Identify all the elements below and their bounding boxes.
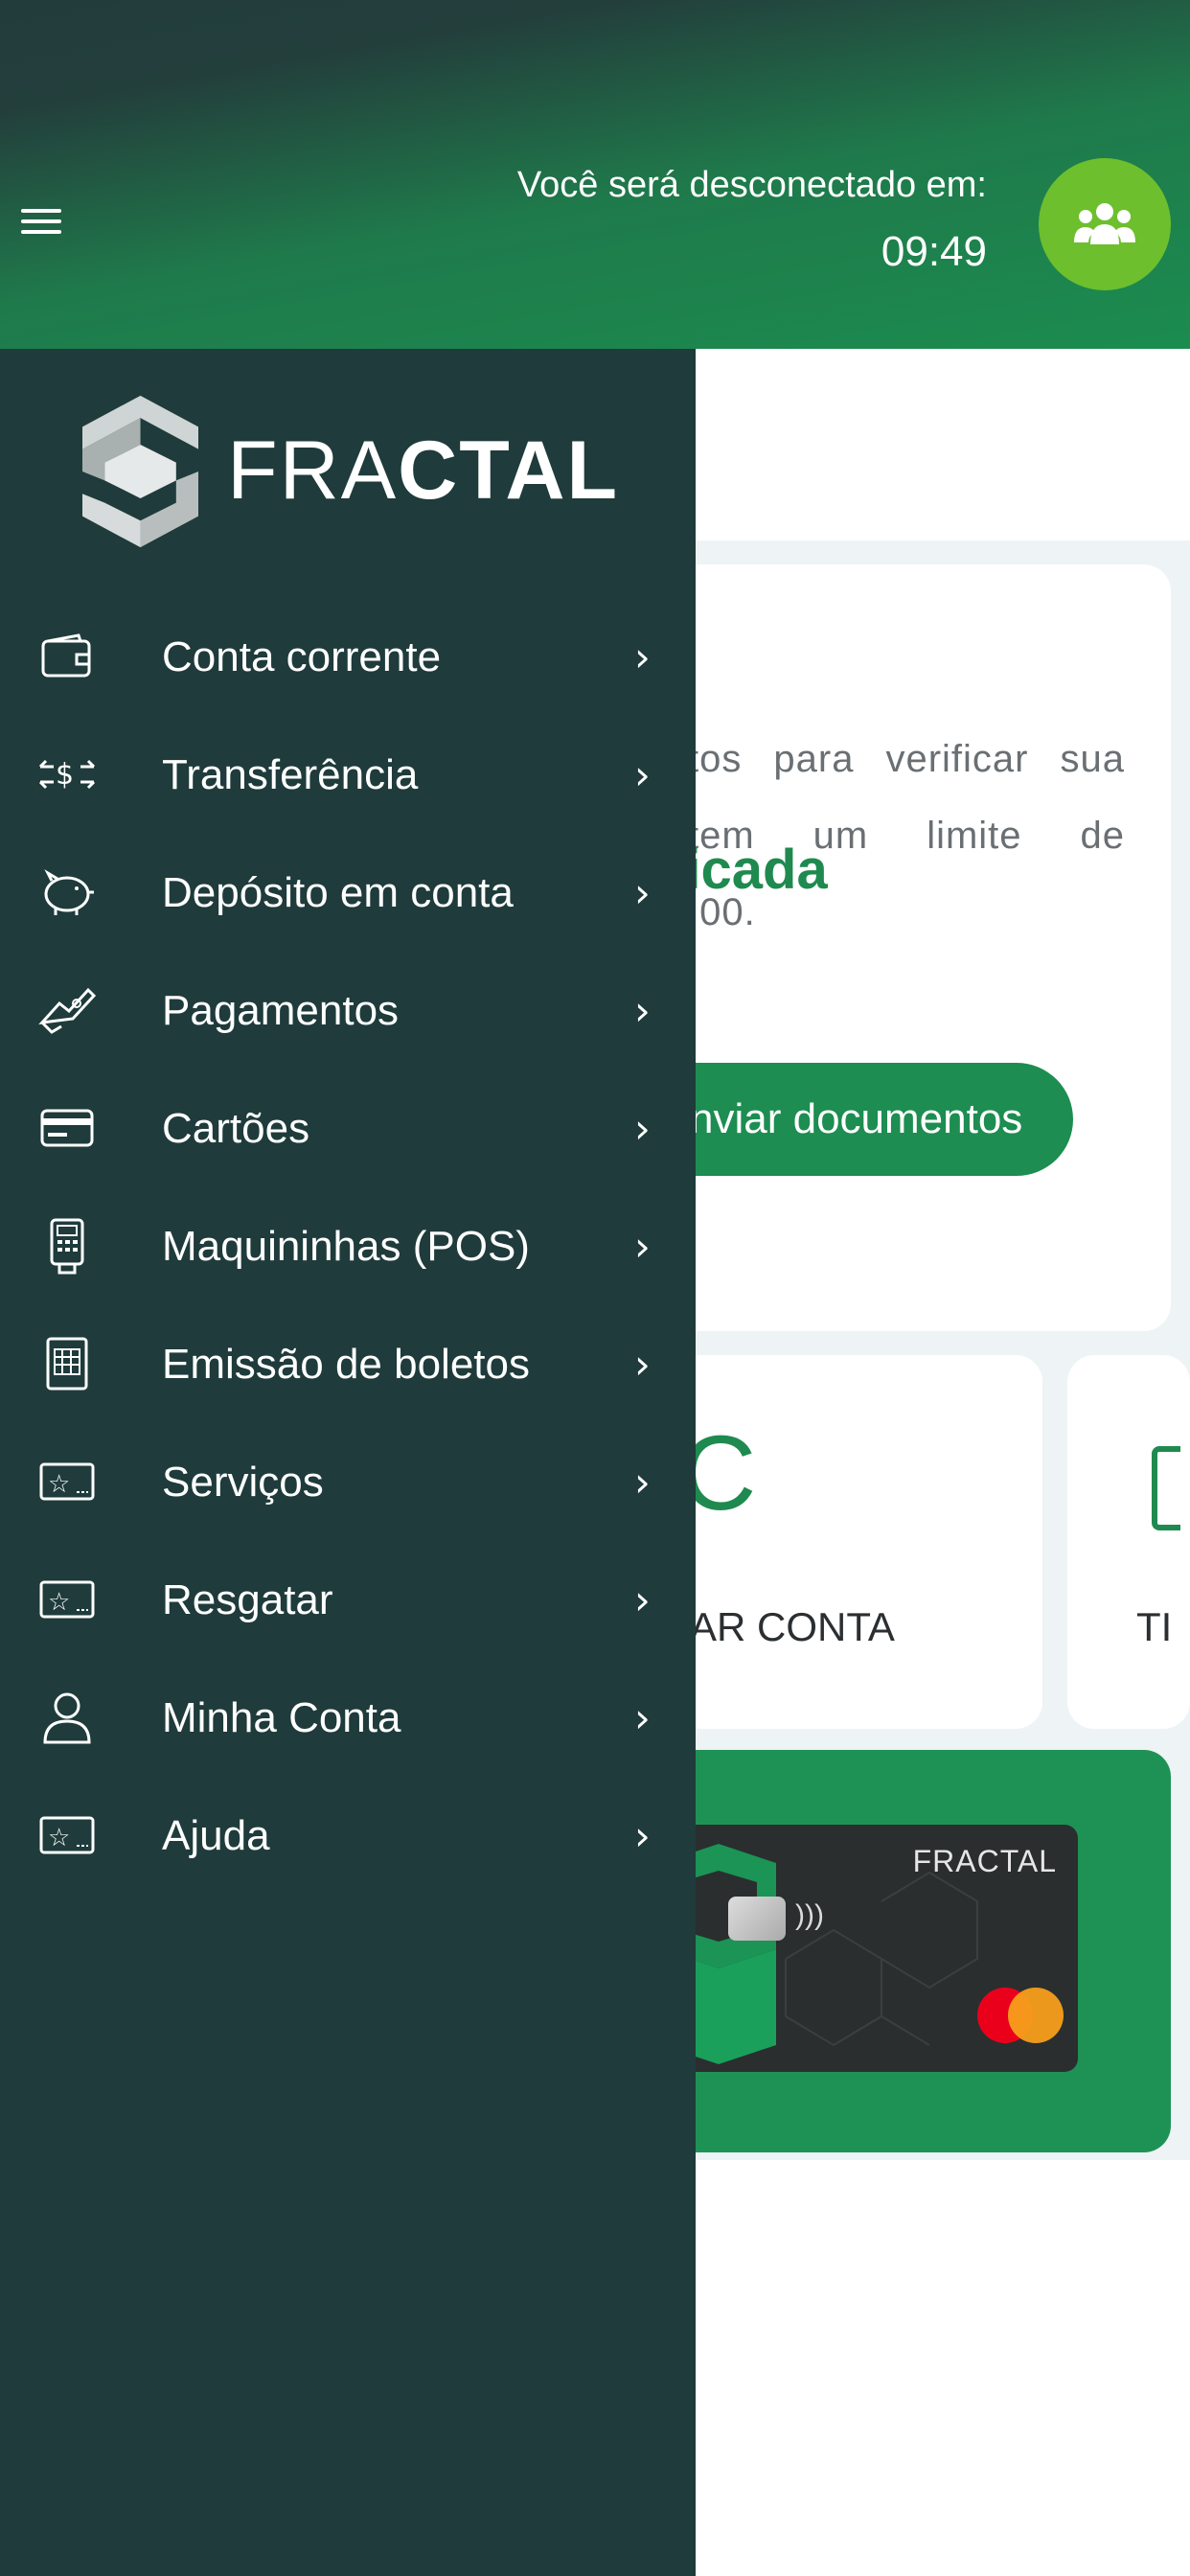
menu-item-maquininhas[interactable]: Maquininhas (POS) › [0, 1187, 696, 1305]
chevron-right-icon: › [634, 869, 651, 916]
brand-logo: FRACTAL [82, 387, 619, 555]
svg-text:☆: ☆ [48, 1588, 70, 1617]
menu-item-label: Cartões [162, 1104, 310, 1152]
logout-countdown-time: 09:49 [881, 228, 987, 275]
menu-item-label: Depósito em conta [162, 868, 514, 916]
menu-item-deposito[interactable]: Depósito em conta › [0, 834, 696, 952]
star-ticket-icon: ☆ [36, 1571, 98, 1628]
users-group-button[interactable] [1039, 158, 1171, 290]
wallet-icon [36, 628, 98, 685]
service-icon [1152, 1446, 1180, 1530]
contactless-icon: ))) [795, 1899, 824, 1931]
service-card[interactable]: TI [1067, 1355, 1190, 1729]
chevron-right-icon: › [634, 751, 651, 798]
verification-text: tos para verificar sua tem um limite de … [688, 721, 1125, 951]
top-header: Você será desconectado em: 09:49 [0, 0, 1190, 349]
menu-item-label: Ajuda [162, 1811, 270, 1859]
service-label: AR CONTA [690, 1604, 895, 1649]
brand-wordmark: FRACTAL [227, 425, 619, 517]
piggy-bank-icon [36, 863, 98, 921]
menu-item-label: Transferência [162, 750, 419, 798]
menu-hamburger-icon[interactable] [21, 205, 61, 238]
verification-text-line: tos para verificar sua [688, 738, 1125, 780]
star-ticket-icon: ☆ [36, 1453, 98, 1510]
user-icon [36, 1689, 98, 1746]
card-icon [36, 1099, 98, 1157]
drawer-menu: Conta corrente › $ Transferência › Depós… [0, 598, 696, 1895]
users-group-icon [1074, 203, 1135, 244]
chevron-right-icon: › [634, 1576, 651, 1623]
svg-text:$: $ [56, 758, 74, 792]
verification-text-line: ,00. [688, 891, 756, 933]
menu-item-conta-corrente[interactable]: Conta corrente › [0, 598, 696, 716]
credit-card-image: FRACTAL ))) [661, 1825, 1078, 2072]
service-label: TI [1136, 1604, 1173, 1649]
fractal-logo-icon [82, 395, 199, 547]
mastercard-logo-icon [1008, 1988, 1064, 2043]
chevron-right-icon: › [634, 1105, 651, 1152]
menu-item-ajuda[interactable]: ☆ Ajuda › [0, 1777, 696, 1895]
menu-item-label: Pagamentos [162, 986, 400, 1034]
chevron-right-icon: › [634, 987, 651, 1034]
menu-item-label: Resgatar [162, 1576, 333, 1623]
menu-item-resgatar[interactable]: ☆ Resgatar › [0, 1541, 696, 1659]
menu-item-minha-conta[interactable]: Minha Conta › [0, 1659, 696, 1777]
navigation-drawer: FRACTAL Conta corrente › $ Transferência… [0, 349, 696, 2576]
svg-text:☆: ☆ [48, 1470, 70, 1499]
menu-item-pagamentos[interactable]: Pagamentos › [0, 952, 696, 1070]
menu-item-label: Minha Conta [162, 1693, 401, 1741]
menu-item-cartoes[interactable]: Cartões › [0, 1070, 696, 1187]
card-chip-icon [728, 1897, 786, 1941]
svg-text:☆: ☆ [48, 1824, 70, 1852]
menu-item-label: Serviços [162, 1458, 324, 1506]
chevron-right-icon: › [634, 1812, 651, 1859]
star-ticket-icon: ☆ [36, 1806, 98, 1864]
chevron-right-icon: › [634, 1223, 651, 1270]
card-brand-label: FRACTAL [912, 1844, 1057, 1878]
chevron-right-icon: › [634, 1459, 651, 1506]
chevron-right-icon: › [634, 1341, 651, 1388]
logout-countdown-label: Você será desconectado em: [516, 165, 987, 205]
menu-item-label: Emissão de boletos [162, 1340, 530, 1388]
menu-item-label: Conta corrente [162, 632, 442, 680]
transfer-icon: $ [36, 746, 98, 803]
boleto-icon [36, 1335, 98, 1392]
chevron-right-icon: › [634, 633, 651, 680]
menu-item-emissao-boletos[interactable]: Emissão de boletos › [0, 1305, 696, 1423]
pos-terminal-icon [36, 1217, 98, 1275]
menu-item-label: Maquininhas (POS) [162, 1222, 530, 1270]
menu-item-servicos[interactable]: ☆ Serviços › [0, 1423, 696, 1541]
payment-icon [36, 981, 98, 1039]
verification-text-line: tem um limite de [688, 815, 1125, 857]
chevron-right-icon: › [634, 1694, 651, 1741]
menu-item-transferencia[interactable]: $ Transferência › [0, 716, 696, 834]
